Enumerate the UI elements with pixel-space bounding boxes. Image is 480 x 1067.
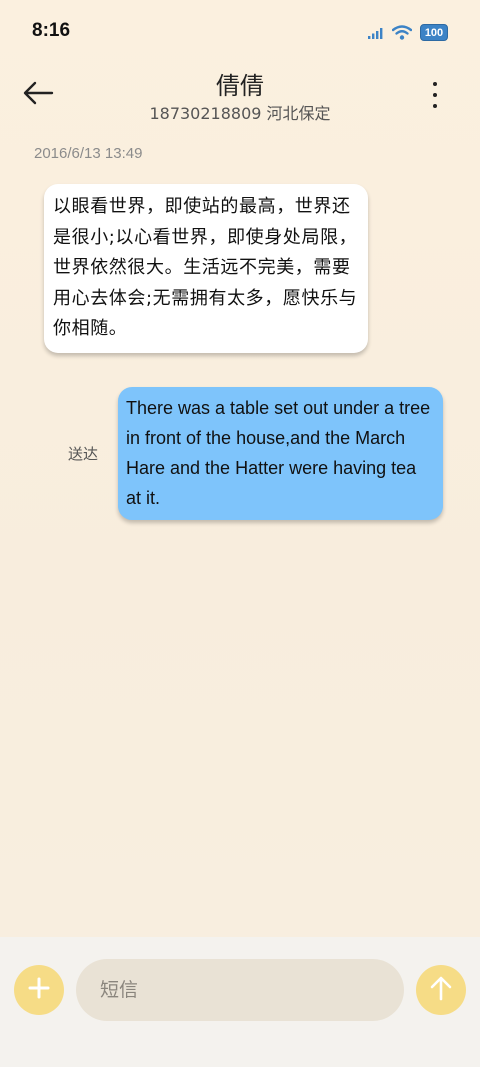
message-timestamp: 2016/6/13 13:49 — [34, 145, 143, 162]
signal-icon — [368, 27, 384, 39]
compose-bar — [0, 937, 480, 1067]
more-vertical-icon-dot — [433, 93, 437, 97]
more-options-button[interactable] — [430, 82, 440, 108]
plus-icon — [27, 976, 51, 1004]
status-icons: 100 — [368, 24, 448, 41]
messaging-screen: 8:16 100 倩倩 18730218809 河北保定 2016/6/13 1… — [0, 0, 480, 1067]
contact-info: 18730218809 河北保定 — [149, 104, 331, 123]
message-input[interactable] — [76, 959, 404, 1021]
sent-message-bubble[interactable]: There was a table set out under a tree i… — [118, 387, 443, 520]
more-vertical-icon-dot — [433, 82, 437, 86]
add-attachment-button[interactable] — [14, 965, 64, 1015]
received-message-bubble[interactable]: 以眼看世界，即使站的最高，世界还是很小;以心看世界，即使身处局限，世界依然很大。… — [44, 184, 368, 353]
more-vertical-icon-dot — [433, 104, 437, 108]
arrow-up-icon — [429, 975, 453, 1005]
delivery-status: 送达 — [68, 445, 99, 463]
contact-name: 倩倩 — [216, 72, 264, 100]
status-bar: 8:16 100 — [0, 0, 480, 64]
conversation-header: 倩倩 18730218809 河北保定 — [0, 60, 480, 130]
send-button[interactable] — [416, 965, 466, 1015]
battery-icon: 100 — [420, 24, 448, 41]
status-time: 8:16 — [32, 20, 71, 41]
wifi-icon — [392, 25, 412, 40]
